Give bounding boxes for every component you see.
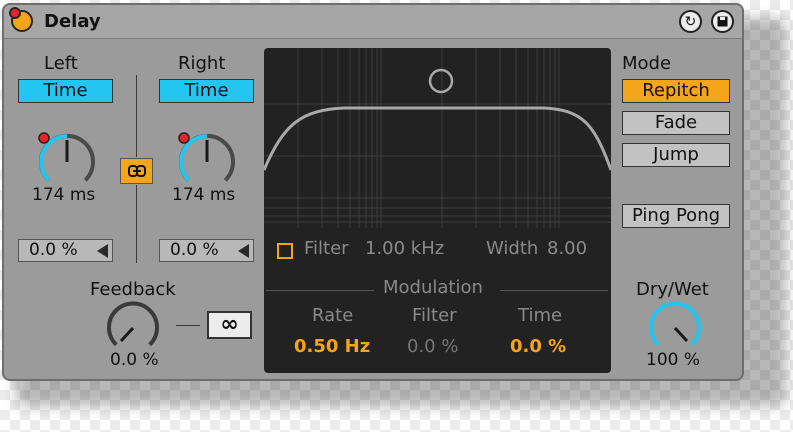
- filter-display: Filter 1.00 kHz Width 8.00 Modulation Ra…: [264, 48, 611, 373]
- filter-graph[interactable]: [264, 48, 611, 228]
- feedback-knob[interactable]: [104, 299, 164, 351]
- mod-rate-label: Rate: [312, 305, 354, 326]
- delay-device: Delay ↻ Left Time 174 ms 0.0 % Right Tim…: [2, 3, 744, 381]
- filter-label: Filter: [304, 238, 349, 259]
- triangle-left-icon: [238, 244, 249, 258]
- link-divider-bottom: [136, 185, 137, 263]
- save-preset-icon[interactable]: [711, 10, 734, 33]
- link-divider-top: [136, 75, 137, 157]
- freeze-button[interactable]: ∞: [207, 311, 252, 339]
- right-time-value: 174 ms: [172, 185, 236, 205]
- filter-frequency-value[interactable]: 1.00 kHz: [365, 238, 444, 259]
- record-dot-icon: [9, 7, 21, 19]
- mode-label: Mode: [622, 53, 672, 74]
- left-time-button[interactable]: Time: [18, 79, 113, 103]
- feedback-value: 0.0 %: [110, 350, 159, 370]
- dry-wet-value: 100 %: [646, 350, 701, 370]
- mod-filter-value[interactable]: 0.0 %: [407, 336, 458, 357]
- power-icon[interactable]: [9, 7, 33, 32]
- left-label: Left: [44, 53, 78, 74]
- link-icon[interactable]: [120, 158, 153, 184]
- right-label: Right: [178, 53, 226, 74]
- left-time-knob[interactable]: [34, 125, 104, 185]
- device-title: Delay: [44, 11, 101, 32]
- left-offset-field[interactable]: 0.0 %: [18, 239, 113, 262]
- triangle-left-icon: [97, 244, 108, 258]
- ping-pong-button[interactable]: Ping Pong: [622, 204, 730, 228]
- mode-jump-button[interactable]: Jump: [622, 143, 730, 167]
- feedback-label: Feedback: [90, 279, 176, 300]
- mod-time-label: Time: [518, 305, 563, 326]
- right-offset-field[interactable]: 0.0 %: [159, 239, 254, 262]
- dry-wet-label: Dry/Wet: [636, 279, 709, 300]
- mod-filter-label: Filter: [412, 305, 457, 326]
- right-offset-value: 0.0 %: [170, 240, 219, 260]
- hot-swap-icon[interactable]: ↻: [679, 10, 702, 33]
- mode-fade-button[interactable]: Fade: [622, 111, 730, 135]
- width-label: Width: [486, 238, 539, 259]
- mode-repitch-button[interactable]: Repitch: [622, 79, 730, 103]
- width-value[interactable]: 8.00: [547, 238, 587, 259]
- modulation-header: Modulation: [383, 277, 483, 298]
- left-offset-value: 0.0 %: [29, 240, 78, 260]
- filter-frequency-handle[interactable]: [428, 68, 454, 94]
- right-time-button[interactable]: Time: [159, 79, 254, 103]
- left-time-value: 174 ms: [32, 185, 96, 205]
- filter-toggle-checkbox[interactable]: [277, 243, 293, 259]
- dry-wet-knob[interactable]: [646, 299, 708, 351]
- freeze-connector-line: [176, 325, 200, 326]
- mod-rate-value[interactable]: 0.50 Hz: [294, 336, 370, 357]
- mod-time-value[interactable]: 0.0 %: [510, 336, 566, 357]
- modulation-line-left: [266, 290, 374, 291]
- modulation-line-right: [500, 290, 608, 291]
- title-bar: Delay ↻: [4, 5, 742, 39]
- right-time-knob[interactable]: [174, 125, 244, 185]
